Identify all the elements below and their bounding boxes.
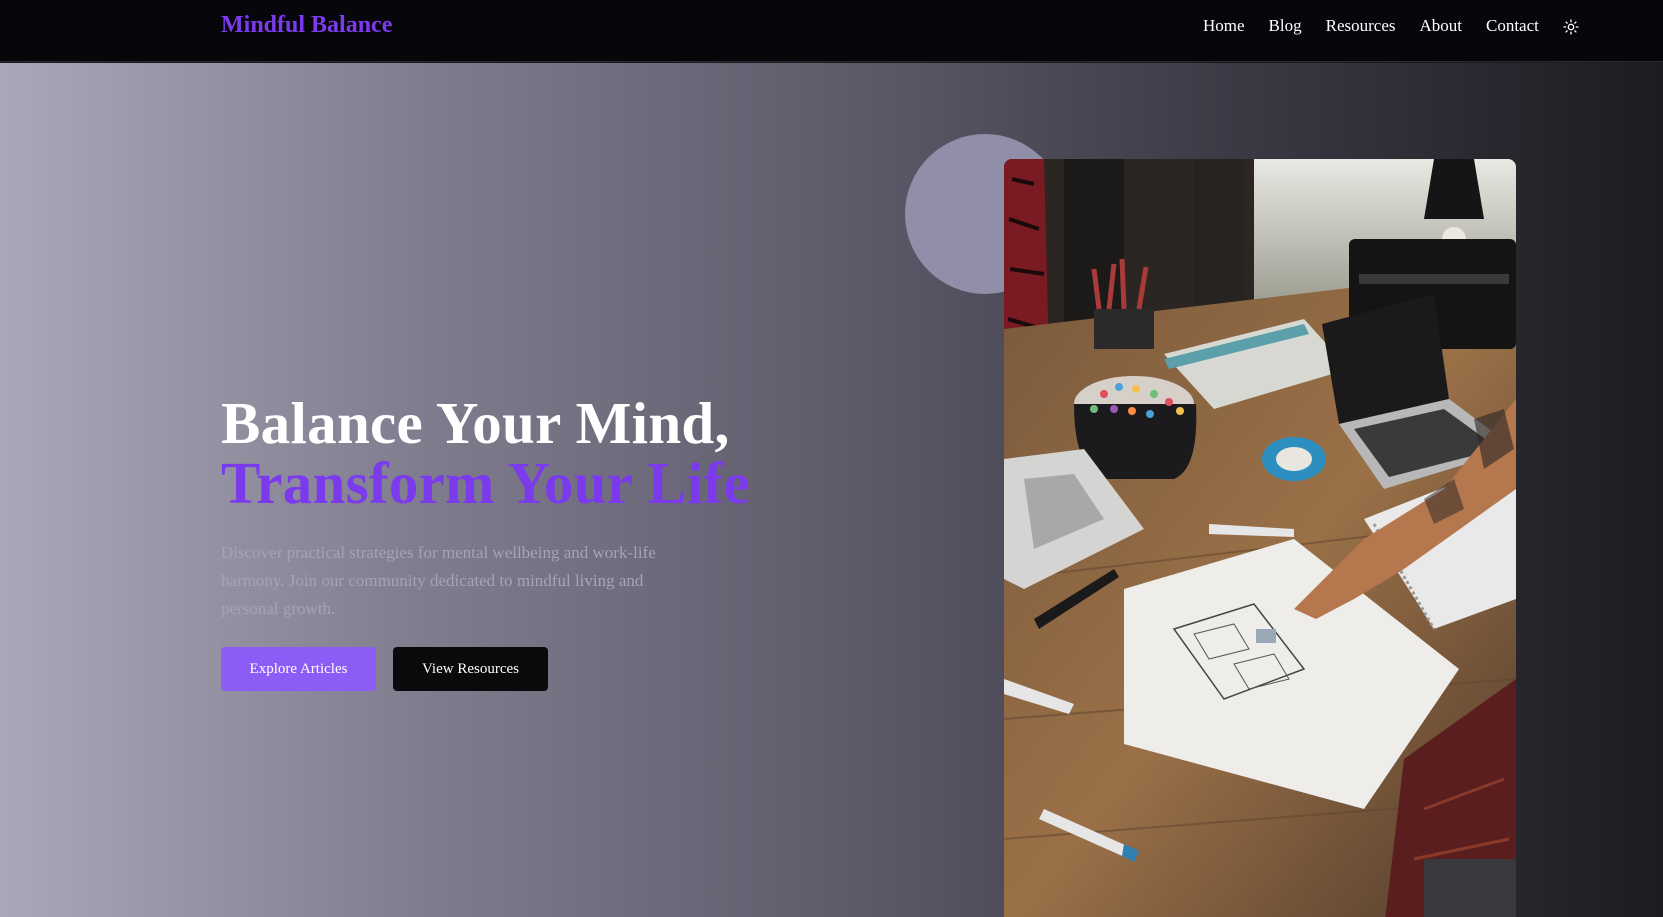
theme-toggle-button[interactable] <box>1560 16 1582 38</box>
hero-title-line1: Balance Your Mind, <box>221 390 730 456</box>
hero-description: Discover practical strategies for mental… <box>221 543 656 618</box>
nav-about-link[interactable]: About <box>1419 16 1462 36</box>
brand-logo[interactable]: Mindful Balance <box>221 12 392 39</box>
nav-contact-link[interactable]: Contact <box>1486 16 1539 36</box>
hero-title-line2: Transform Your Life <box>221 450 751 516</box>
nav-blog-link[interactable]: Blog <box>1269 16 1302 36</box>
hero-section: Balance Your Mind, Transform Your Life D… <box>0 63 1663 917</box>
nav-home-link[interactable]: Home <box>1203 16 1245 36</box>
view-resources-button[interactable]: View Resources <box>393 647 548 691</box>
workspace-illustration <box>1004 159 1516 917</box>
workspace-photo <box>1004 159 1516 917</box>
site-header: Mindful Balance Home Blog Resources Abou… <box>0 0 1663 62</box>
nav-resources-link[interactable]: Resources <box>1326 16 1396 36</box>
sun-icon <box>1563 19 1579 35</box>
main-nav: Home Blog Resources About Contact <box>1203 16 1563 36</box>
explore-articles-button[interactable]: Explore Articles <box>221 647 376 691</box>
hero-title: Balance Your Mind, Transform Your Life <box>221 393 750 513</box>
